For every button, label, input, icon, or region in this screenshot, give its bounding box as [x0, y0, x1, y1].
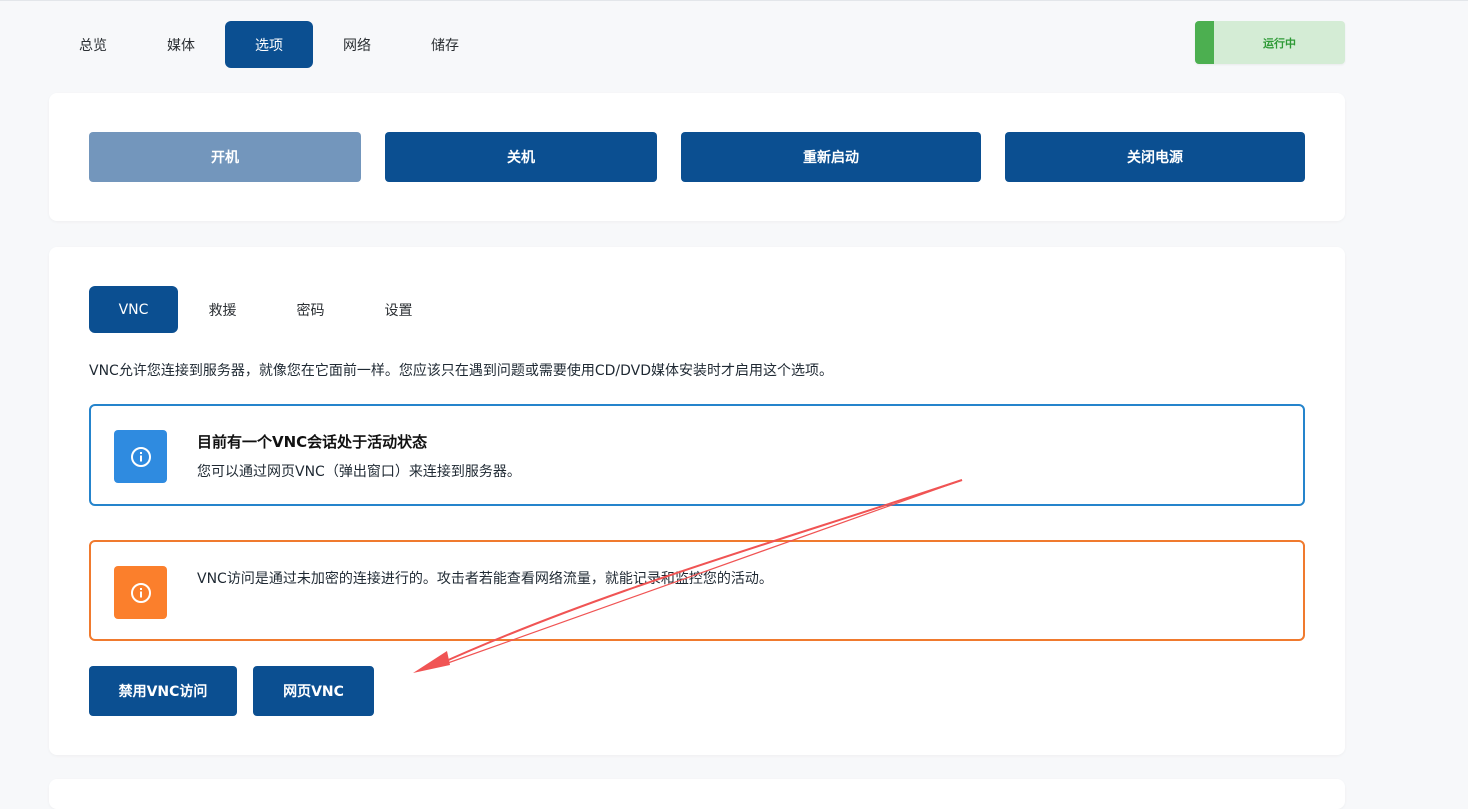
start-button[interactable]: 开机 [89, 132, 361, 182]
tab-network[interactable]: 网络 [313, 21, 401, 68]
vnc-description: VNC允许您连接到服务器，就像您在它面前一样。您应该只在遇到问题或需要使用CD/… [89, 363, 833, 379]
subtab-vnc[interactable]: VNC [89, 286, 178, 333]
subtab-password[interactable]: 密码 [266, 286, 355, 333]
vnc-security-warning: VNC访问是通过未加密的连接进行的。攻击者若能查看网络流量，就能记录和监控您的活… [89, 540, 1305, 641]
tab-media[interactable]: 媒体 [137, 21, 225, 68]
disable-vnc-button[interactable]: 禁用VNC访问 [89, 666, 237, 716]
web-vnc-button[interactable]: 网页VNC [253, 666, 374, 716]
status-indicator-bar [1195, 21, 1214, 64]
subtab-settings[interactable]: 设置 [354, 286, 443, 333]
tab-overview[interactable]: 总览 [49, 21, 137, 68]
status-label: 运行中 [1263, 36, 1296, 50]
tab-options[interactable]: 选项 [225, 21, 313, 68]
alert-body: 您可以通过网页VNC（弹出窗口）来连接到服务器。 [197, 464, 521, 480]
tab-storage[interactable]: 储存 [401, 21, 489, 68]
alert-title: 目前有一个VNC会话处于活动状态 [197, 433, 428, 451]
warning-info-icon [114, 566, 167, 619]
power-off-button[interactable]: 关闭电源 [1005, 132, 1305, 182]
info-icon [114, 430, 167, 483]
status-badge: 运行中 [1195, 21, 1345, 64]
shutdown-button[interactable]: 关机 [385, 132, 657, 182]
restart-button[interactable]: 重新启动 [681, 132, 981, 182]
vnc-active-alert: 目前有一个VNC会话处于活动状态 您可以通过网页VNC（弹出窗口）来连接到服务器… [89, 404, 1305, 506]
subtab-rescue[interactable]: 救援 [178, 286, 267, 333]
warning-body: VNC访问是通过未加密的连接进行的。攻击者若能查看网络流量，就能记录和监控您的活… [197, 571, 773, 587]
